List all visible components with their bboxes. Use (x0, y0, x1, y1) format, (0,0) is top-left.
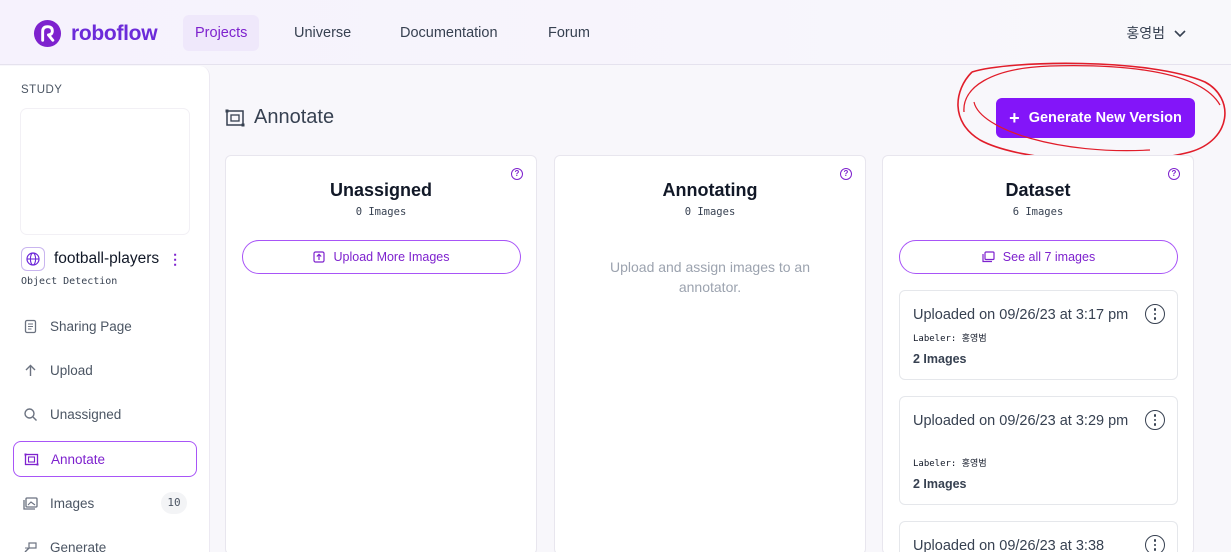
upload-more-images-button[interactable]: Upload More Images (242, 240, 521, 274)
help-icon[interactable]: ? (840, 168, 852, 180)
brand-name: roboflow (71, 21, 158, 45)
generate-icon (24, 541, 37, 552)
top-nav-bar: roboflow Projects Universe Documentation… (0, 0, 1231, 65)
sidebar-item-unassigned[interactable]: Unassigned (13, 396, 197, 432)
chevron-down-icon (1174, 30, 1186, 38)
sidebar-item-upload[interactable]: Upload (13, 352, 197, 388)
batch-title: Uploaded on 09/26/23 at 3:29 pm (913, 413, 1129, 429)
unassigned-column: ? Unassigned 0 Images Upload More Images (225, 155, 537, 552)
batch-title: Uploaded on 09/26/23 at 3:38 (913, 538, 1105, 552)
nav-forum[interactable]: Forum (536, 15, 602, 51)
annotate-icon (24, 453, 39, 465)
sidebar-item-generate[interactable]: Generate (13, 529, 197, 552)
generate-new-version-button[interactable]: + Generate New Version (996, 98, 1195, 138)
sidebar-item-label: Unassigned (50, 406, 122, 422)
button-label: Upload More Images (333, 250, 450, 264)
user-menu[interactable]: 홍영범 (1126, 23, 1187, 43)
annotating-column: ? Annotating 0 Images Upload and assign … (554, 155, 866, 552)
column-count: 0 Images (355, 206, 407, 218)
sidebar-item-label: Sharing Page (50, 318, 132, 334)
plus-icon: + (1009, 108, 1020, 128)
nav-universe[interactable]: Universe (282, 15, 363, 51)
batch-labeler: Labeler: 홍영범 (913, 459, 987, 469)
document-icon (24, 319, 37, 333)
images-count-badge: 10 (161, 492, 187, 514)
globe-icon (21, 247, 45, 271)
sidebar-item-label: Upload (50, 362, 93, 378)
workspace-label: STUDY (21, 84, 63, 96)
nav-projects[interactable]: Projects (183, 15, 260, 51)
annotate-icon (225, 109, 245, 126)
dataset-column: ? Dataset 6 Images See all 7 images Uplo… (882, 155, 1194, 552)
sidebar-item-label: Images (50, 495, 95, 511)
sidebar-item-sharing-page[interactable]: Sharing Page (13, 308, 197, 344)
see-all-images-button[interactable]: See all 7 images (899, 240, 1178, 274)
user-name: 홍영범 (1126, 25, 1165, 41)
button-label: See all 7 images (1002, 250, 1096, 264)
column-title: Unassigned (329, 180, 433, 200)
project-header: football-players ⋮ (21, 247, 182, 271)
images-icon (982, 251, 995, 263)
more-vertical-icon[interactable]: ⋮ (168, 251, 182, 268)
roboflow-logo[interactable]: roboflow (33, 19, 158, 48)
upload-icon (313, 251, 326, 263)
batch-title: Uploaded on 09/26/23 at 3:17 pm (913, 307, 1129, 323)
batch-labeler: Labeler: 홍영범 (913, 334, 987, 344)
sidebar-item-label: Generate (50, 539, 107, 552)
batch-image-count: 2 Images (913, 477, 967, 491)
more-options-icon[interactable] (1145, 535, 1165, 552)
help-icon[interactable]: ? (1168, 168, 1180, 180)
images-icon (23, 496, 38, 510)
column-title: Dataset (1005, 180, 1071, 200)
batch-card[interactable]: Uploaded on 09/26/23 at 3:29 pm Labeler:… (899, 396, 1178, 505)
page-title: Annotate (225, 106, 334, 129)
sidebar-item-label: Annotate (51, 451, 106, 467)
column-title: Annotating (662, 180, 758, 200)
project-thumbnail[interactable] (21, 109, 189, 234)
nav-documentation[interactable]: Documentation (388, 15, 510, 51)
help-icon[interactable]: ? (511, 168, 523, 180)
batch-image-count: 2 Images (913, 352, 967, 366)
project-type: Object Detection (21, 276, 118, 287)
column-count: 6 Images (1012, 206, 1064, 218)
sidebar-item-annotate[interactable]: Annotate (13, 441, 197, 477)
roboflow-logo-icon (33, 19, 62, 48)
batch-card[interactable]: Uploaded on 09/26/23 at 3:38 (899, 521, 1178, 552)
arrow-up-icon (25, 364, 36, 376)
project-name: football-players (54, 250, 160, 267)
page-title-text: Annotate (254, 106, 335, 128)
sidebar-item-images[interactable]: Images 10 (13, 485, 197, 521)
generate-button-label: Generate New Version (1028, 110, 1182, 126)
column-count: 0 Images (684, 206, 736, 218)
sidebar: STUDY football-players ⋮ Object Detectio… (0, 66, 210, 552)
more-options-icon[interactable] (1145, 304, 1165, 324)
empty-state-text: Upload and assign images to an annotator… (609, 259, 811, 295)
more-options-icon[interactable] (1145, 410, 1165, 430)
batch-card[interactable]: Uploaded on 09/26/23 at 3:17 pm Labeler:… (899, 290, 1178, 380)
search-icon (24, 407, 37, 421)
